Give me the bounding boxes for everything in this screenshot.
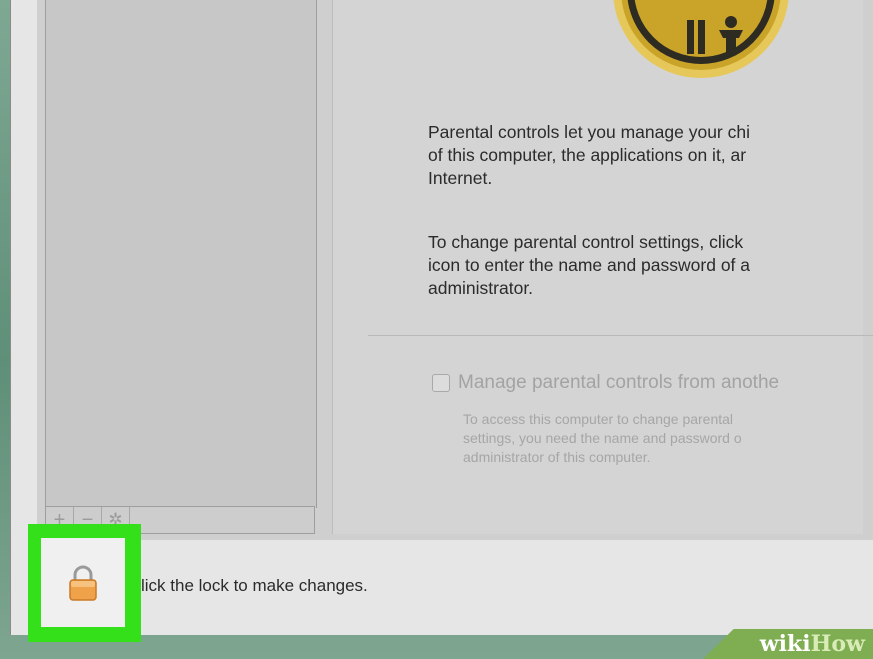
remote-manage-option: Manage parental controls from anothe [432,372,779,394]
remote-manage-label: Manage parental controls from anothe [458,372,780,393]
watermark-wiki-text: wiki [759,631,811,657]
remote-manage-note: To access this computer to change parent… [463,411,742,465]
watermark-how-text: How [810,631,865,657]
description-paragraph-2: To change parental control settings, cli… [428,232,751,298]
parental-controls-icon [613,0,789,78]
parent-child-figures-icon [687,16,743,54]
content-panel: Parental controls let you manage your ch… [332,0,873,534]
remote-manage-checkbox[interactable] [432,374,450,392]
lock-instruction-text: lick the lock to make changes. [141,576,368,595]
user-list-sidebar[interactable] [45,0,317,508]
lock-icon [69,565,97,601]
lock-button[interactable] [41,538,125,627]
description-paragraph-1: Parental controls let you manage your ch… [428,122,750,188]
divider [368,335,873,336]
